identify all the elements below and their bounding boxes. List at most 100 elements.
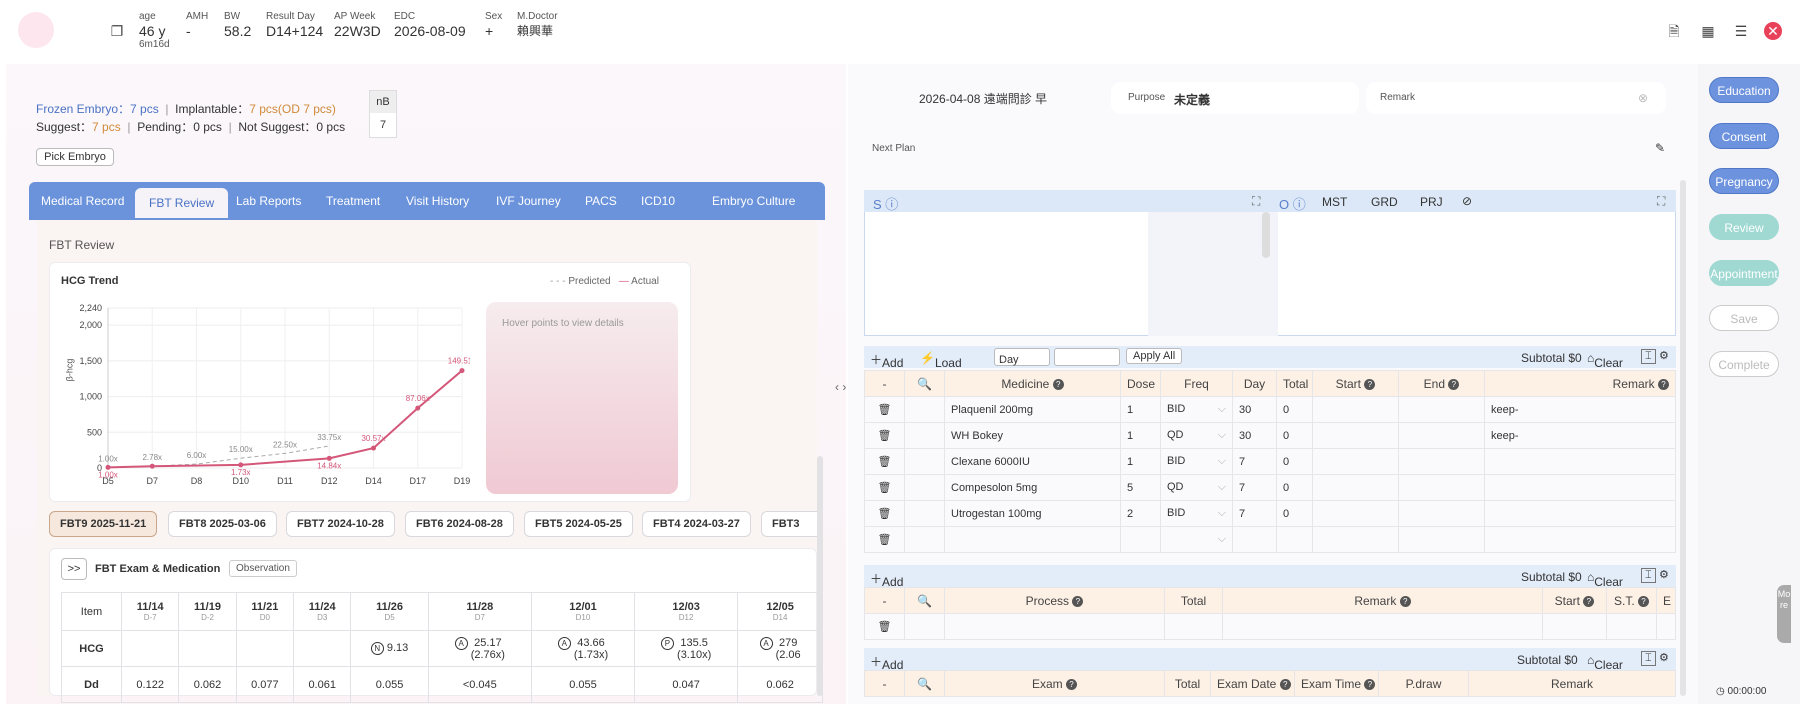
dose-cell[interactable]: 1: [1120, 422, 1161, 449]
process-align-icon[interactable]: ⌶: [1641, 568, 1656, 583]
remark-cell[interactable]: [1484, 448, 1676, 475]
s-expand-icon[interactable]: ⛶: [1252, 194, 1260, 209]
medicine-name[interactable]: WH Bokey: [944, 422, 1121, 449]
close-icon[interactable]: ✕: [1764, 22, 1782, 40]
day-cell[interactable]: 30: [1232, 422, 1277, 449]
tab-embryo-culture[interactable]: Embryo Culture: [712, 194, 795, 208]
day-cell[interactable]: 7: [1232, 474, 1277, 501]
day-cell[interactable]: 7: [1232, 500, 1277, 527]
actual-point[interactable]: [105, 464, 111, 470]
actual-point[interactable]: [149, 463, 155, 469]
o-expand-icon[interactable]: ⛶: [1657, 194, 1665, 209]
pregnancy-button[interactable]: Pregnancy: [1709, 168, 1779, 194]
actual-point[interactable]: [371, 445, 376, 451]
load-set-button[interactable]: ⚡ Load Set: [920, 351, 962, 384]
freq-cell[interactable]: QD ⌵: [1160, 474, 1233, 501]
education-button[interactable]: Education: [1709, 77, 1779, 103]
complete-button[interactable]: Complete: [1709, 351, 1779, 377]
save-button[interactable]: Save: [1709, 305, 1779, 331]
fbt-chip-9[interactable]: FBT9 2025-11-21: [49, 511, 158, 537]
delete-icon[interactable]: 🗑: [864, 526, 905, 553]
dose-cell[interactable]: 2: [1120, 500, 1161, 527]
freq-cell[interactable]: BID ⌵: [1160, 396, 1233, 423]
exam-align-icon[interactable]: ⌶: [1641, 651, 1656, 666]
process-settings-icon[interactable]: ⚙: [1659, 568, 1669, 581]
freq-cell[interactable]: BID ⌵: [1160, 448, 1233, 475]
med-row-empty[interactable]: 🗑 ⌵: [864, 526, 1676, 553]
fbt-chip-6[interactable]: FBT6 2024-08-28: [405, 511, 514, 537]
actual-point[interactable]: [459, 368, 465, 374]
tab-ivf-journey[interactable]: IVF Journey: [496, 194, 561, 208]
tab-pacs[interactable]: PACS: [585, 194, 617, 208]
tab-treatment[interactable]: Treatment: [326, 194, 380, 208]
med-row[interactable]: 🗑 Plaquenil 200mg 1 BID ⌵ 30 0 keep-: [864, 396, 1676, 423]
tab-icd10[interactable]: ICD10: [641, 194, 675, 208]
medicine-name[interactable]: Utrogestan 100mg: [944, 500, 1121, 527]
purpose-field[interactable]: Purpose 未定義: [1111, 82, 1359, 114]
medicine-name[interactable]: Plaquenil 200mg: [944, 396, 1121, 423]
day-cell[interactable]: 30: [1232, 396, 1277, 423]
medicine-name[interactable]: Clexane 6000IU: [944, 448, 1121, 475]
prj-button[interactable]: PRJ: [1420, 195, 1443, 209]
dose-cell[interactable]: 1: [1120, 396, 1161, 423]
mst-button[interactable]: MST: [1322, 195, 1347, 209]
exam-add-button[interactable]: ＋ Add: [870, 653, 903, 672]
menu-icon[interactable]: ☰: [1732, 22, 1750, 40]
exam-clear-button[interactable]: ⌂ Clear: [1587, 653, 1623, 672]
med-align-icon[interactable]: ⌶: [1641, 349, 1656, 364]
remark-cell[interactable]: keep-: [1484, 396, 1676, 423]
med-settings-icon[interactable]: ⚙: [1659, 349, 1669, 362]
apply-all-button[interactable]: Apply All: [1126, 348, 1183, 364]
med-row[interactable]: 🗑 Clexane 6000IU 1 BID ⌵ 7 0: [864, 448, 1676, 475]
fbt-chip-5[interactable]: FBT5 2024-05-25: [524, 511, 633, 537]
med-row[interactable]: 🗑 WH Bokey 1 QD ⌵ 30 0 keep-: [864, 422, 1676, 449]
fbt-chip-8[interactable]: FBT8 2025-03-06: [168, 511, 277, 537]
edit-icon[interactable]: ✎: [1655, 141, 1665, 155]
tab-lab-reports[interactable]: Lab Reports: [236, 194, 301, 208]
search-icon[interactable]: 🔍: [917, 377, 932, 391]
search-icon[interactable]: 🔍: [917, 594, 932, 608]
process-add-button[interactable]: ＋ Add: [870, 570, 903, 589]
fbt-chip-3[interactable]: FBT3 202: [761, 511, 817, 537]
dose-cell[interactable]: 1: [1120, 448, 1161, 475]
remark-field[interactable]: Remark ⊗: [1366, 82, 1666, 114]
unit-select[interactable]: Day ⌵: [994, 348, 1050, 366]
process-clear-button[interactable]: ⌂ Clear: [1587, 570, 1623, 589]
freq-cell[interactable]: BID ⌵: [1160, 500, 1233, 527]
consent-button[interactable]: Consent: [1709, 123, 1779, 149]
pick-embryo-button[interactable]: Pick Embryo: [36, 148, 114, 166]
appointment-button[interactable]: Appointment: [1709, 260, 1779, 286]
delete-icon[interactable]: 🗑: [864, 500, 905, 527]
remark-cell[interactable]: keep-: [1484, 422, 1676, 449]
exam-settings-icon[interactable]: ⚙: [1659, 651, 1669, 664]
day-cell[interactable]: 7: [1232, 448, 1277, 475]
delete-icon[interactable]: 🗑: [864, 474, 905, 501]
more-tab[interactable]: More: [1777, 585, 1791, 643]
ban-icon[interactable]: ⊘: [1462, 194, 1472, 208]
right-scrollbar[interactable]: [1680, 180, 1686, 696]
left-scrollbar[interactable]: [817, 456, 823, 696]
apply-input[interactable]: [1054, 348, 1120, 366]
remark-cell[interactable]: [1484, 474, 1676, 501]
med-row[interactable]: 🗑 Utrogestan 100mg 2 BID ⌵ 7 0: [864, 500, 1676, 527]
clear-remark-icon[interactable]: ⊗: [1638, 91, 1648, 105]
expand-button[interactable]: >>: [61, 558, 87, 580]
med-add-button[interactable]: ＋ Add: [870, 351, 903, 370]
search-icon[interactable]: 🔍: [917, 677, 932, 691]
medicine-name[interactable]: Compesolon 5mg: [944, 474, 1121, 501]
actual-point[interactable]: [415, 405, 421, 411]
fbt-chip-7[interactable]: FBT7 2024-10-28: [286, 511, 395, 537]
delete-icon[interactable]: 🗑: [864, 396, 905, 423]
tab-visit-history[interactable]: Visit History: [406, 194, 469, 208]
freq-cell[interactable]: QD ⌵: [1160, 422, 1233, 449]
actual-point[interactable]: [326, 455, 332, 461]
delete-icon[interactable]: 🗑: [864, 422, 905, 449]
s-scrollbar[interactable]: [1262, 212, 1270, 258]
process-delete-icon[interactable]: 🗑: [864, 613, 905, 640]
tab-medical-record[interactable]: Medical Record: [41, 194, 124, 208]
grid-icon[interactable]: ▦: [1699, 22, 1717, 40]
fbt-chip-4[interactable]: FBT4 2024-03-27: [642, 511, 751, 537]
med-row[interactable]: 🗑 Compesolon 5mg 5 QD ⌵ 7 0: [864, 474, 1676, 501]
tab-fbt-review[interactable]: FBT Review: [135, 188, 229, 218]
dose-cell[interactable]: 5: [1120, 474, 1161, 501]
